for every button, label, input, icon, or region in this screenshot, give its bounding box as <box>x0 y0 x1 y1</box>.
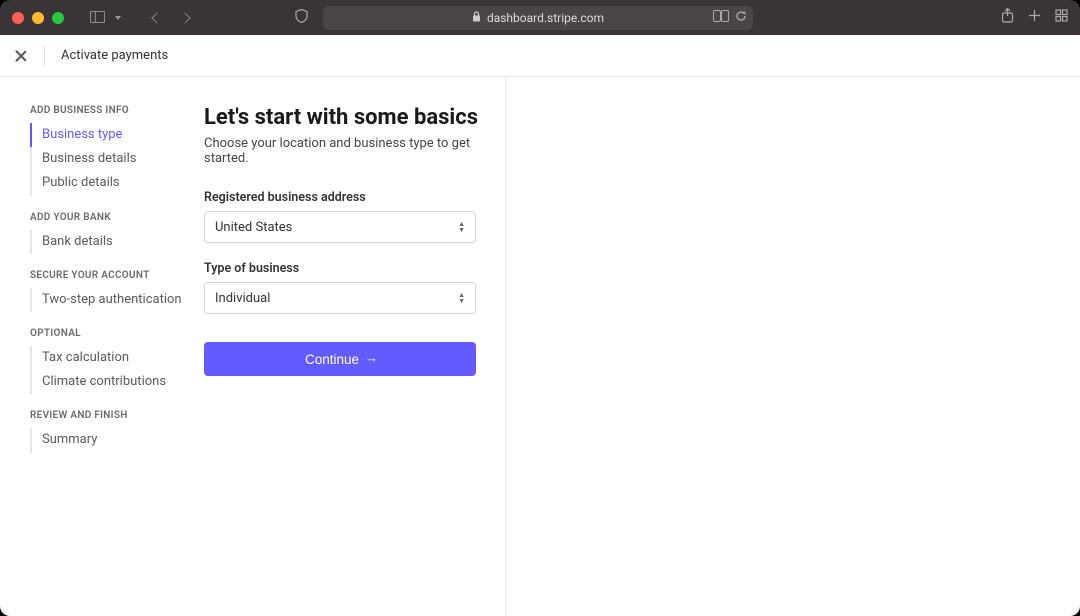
main-subtext: Choose your location and business type t… <box>204 136 505 166</box>
sidebar-heading-secure: SECURE YOUR ACCOUNT <box>30 270 204 281</box>
sidebar-heading-review: REVIEW AND FINISH <box>30 410 204 421</box>
new-tab-icon[interactable] <box>1028 9 1041 26</box>
label-address: Registered business address <box>204 190 505 205</box>
sidebar-heading-optional: OPTIONAL <box>30 328 204 339</box>
lock-icon <box>472 11 481 25</box>
reader-icon[interactable] <box>713 10 729 25</box>
minimize-window[interactable] <box>32 12 44 24</box>
select-business-type[interactable]: Individual ▲▼ <box>204 282 476 314</box>
sidebar-item-two-step-auth[interactable]: Two-step authentication <box>30 288 204 312</box>
sidebar-item-tax-calculation[interactable]: Tax calculation <box>30 346 204 370</box>
url-text: dashboard.stripe.com <box>487 11 604 25</box>
select-chevrons-icon: ▲▼ <box>458 293 465 304</box>
browser-toolbar: dashboard.stripe.com <box>0 0 1080 35</box>
sidebar-item-climate-contributions[interactable]: Climate contributions <box>30 370 204 394</box>
page-header: Activate payments <box>0 35 1080 77</box>
main-heading: Let's start with some basics <box>204 105 505 130</box>
continue-button[interactable]: Continue <box>204 342 476 376</box>
select-country-value: United States <box>215 220 292 235</box>
arrow-right-icon <box>365 354 375 364</box>
maximize-window[interactable] <box>52 12 64 24</box>
sidebar-nav: ADD BUSINESS INFO Business type Business… <box>0 77 204 616</box>
select-country[interactable]: United States ▲▼ <box>204 211 476 243</box>
sidebar-item-public-details[interactable]: Public details <box>30 171 204 195</box>
sidebar-item-bank-details[interactable]: Bank details <box>30 230 204 254</box>
sidebar-item-business-type[interactable]: Business type <box>30 123 204 147</box>
select-business-type-value: Individual <box>215 291 270 306</box>
sidebar-heading-bank: ADD YOUR BANK <box>30 212 204 223</box>
chevron-down-icon[interactable] <box>115 16 121 20</box>
sidebar-item-summary[interactable]: Summary <box>30 428 204 452</box>
shield-icon[interactable] <box>295 9 308 26</box>
select-chevrons-icon: ▲▼ <box>458 222 465 233</box>
divider <box>44 46 45 66</box>
right-empty-pane <box>506 77 1080 616</box>
form-panel: Let's start with some basics Choose your… <box>204 77 506 616</box>
continue-label: Continue <box>305 352 359 367</box>
share-icon[interactable] <box>1001 8 1014 27</box>
sidebar-heading-business-info: ADD BUSINESS INFO <box>30 105 204 116</box>
reload-icon[interactable] <box>735 10 747 25</box>
close-icon[interactable] <box>14 49 28 63</box>
back-button[interactable] <box>147 14 167 22</box>
sidebar-item-business-details[interactable]: Business details <box>30 147 204 171</box>
window-controls <box>12 12 64 24</box>
address-bar[interactable]: dashboard.stripe.com <box>323 6 753 30</box>
label-business-type: Type of business <box>204 261 505 276</box>
tab-grid-icon[interactable] <box>1055 9 1068 26</box>
close-window[interactable] <box>12 12 24 24</box>
sidebar-toggle-icon[interactable] <box>90 8 105 27</box>
page-title: Activate payments <box>61 48 168 63</box>
forward-button[interactable] <box>175 14 195 22</box>
